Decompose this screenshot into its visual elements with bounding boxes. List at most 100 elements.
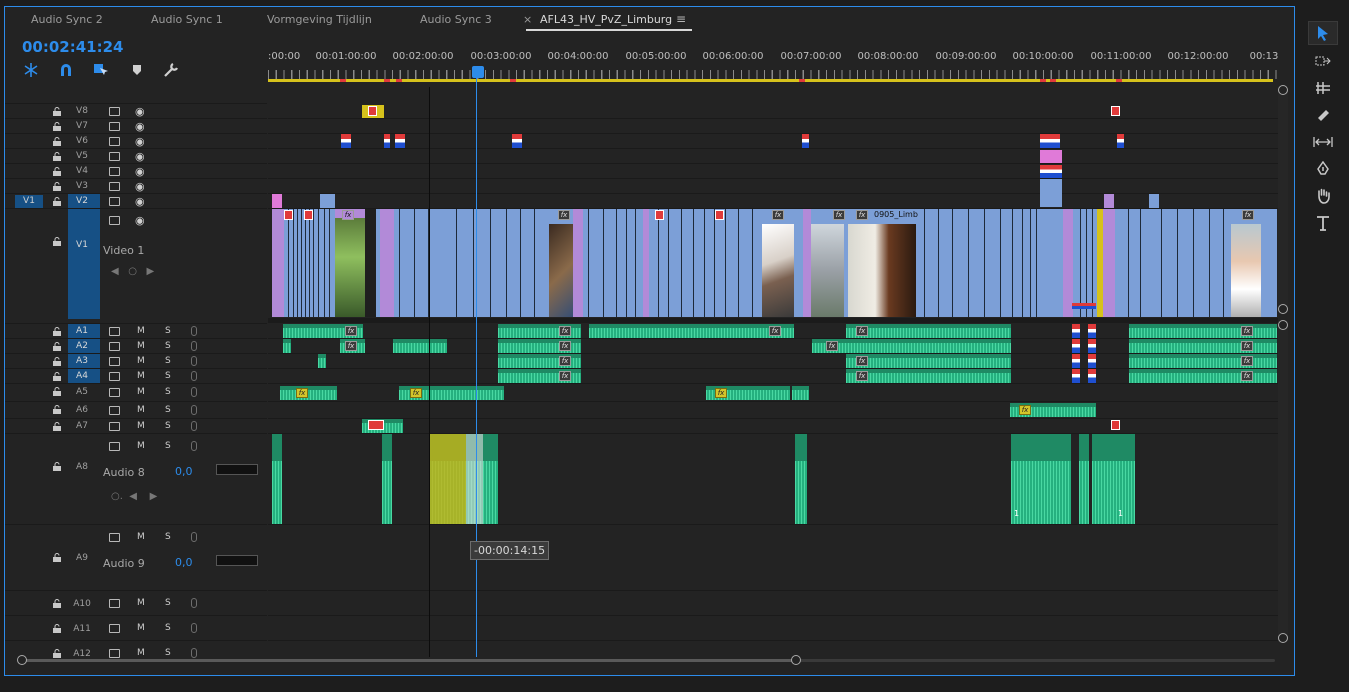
lock-icon[interactable] [53, 372, 61, 381]
ruler-marker[interactable] [340, 79, 346, 82]
linked-selection-icon[interactable] [92, 61, 110, 79]
sync-lock-icon[interactable] [109, 182, 120, 191]
clip-a8[interactable] [1092, 434, 1135, 524]
clip-v6[interactable] [802, 134, 809, 148]
clip-v2[interactable] [320, 194, 335, 208]
sync-lock-icon[interactable] [109, 442, 120, 451]
lock-icon[interactable] [53, 357, 61, 366]
track-volume[interactable]: 0,0 [175, 465, 193, 478]
eye-icon[interactable]: ◉ [135, 105, 145, 118]
clip-v6[interactable] [1117, 134, 1124, 148]
mute-button[interactable]: M [137, 598, 145, 608]
clip-a3[interactable] [1129, 354, 1277, 368]
lock-icon[interactable] [53, 107, 61, 116]
clip-v1[interactable] [272, 209, 284, 317]
microphone-icon[interactable] [191, 421, 197, 431]
lock-icon[interactable] [53, 122, 61, 131]
sync-lock-icon[interactable] [109, 122, 120, 131]
lock-icon[interactable] [53, 387, 61, 396]
clip-a1[interactable] [1088, 324, 1096, 338]
slip-tool-icon[interactable] [1308, 130, 1338, 154]
solo-button[interactable]: S [165, 371, 171, 381]
sync-lock-icon[interactable] [109, 107, 120, 116]
clip-a3[interactable] [318, 354, 326, 368]
scroll-handle-icon[interactable] [1278, 320, 1288, 330]
lock-icon[interactable] [53, 327, 61, 336]
sync-lock-icon[interactable] [109, 216, 120, 225]
solo-button[interactable]: S [165, 341, 171, 351]
scroll-handle-icon[interactable] [1278, 304, 1288, 314]
lock-icon[interactable] [53, 342, 61, 351]
sync-lock-icon[interactable] [109, 197, 120, 206]
microphone-icon[interactable] [191, 356, 197, 366]
razor-tool-icon[interactable] [1308, 103, 1338, 127]
clip-a3[interactable] [1088, 354, 1096, 368]
microphone-icon[interactable] [191, 405, 197, 415]
tab-afl43[interactable]: AFL43_HV_PvZ_Limburg [525, 13, 693, 31]
clip-v2[interactable] [1149, 194, 1159, 208]
clip-v4[interactable] [1040, 165, 1062, 178]
sync-lock-icon[interactable] [109, 624, 120, 633]
horizontal-scrollbar[interactable] [17, 655, 1279, 665]
clip-a4[interactable] [1072, 369, 1080, 383]
clip-a1[interactable] [1129, 324, 1277, 338]
clip-a2[interactable] [1072, 339, 1080, 353]
hand-tool-icon[interactable] [1308, 184, 1338, 208]
solo-button[interactable]: S [165, 356, 171, 366]
clip-a1[interactable] [1072, 324, 1080, 338]
lock-icon[interactable] [53, 405, 61, 414]
eye-icon[interactable]: ◉ [135, 120, 145, 133]
track-target-v1[interactable] [68, 209, 100, 319]
sync-lock-icon[interactable] [109, 167, 120, 176]
scroll-handle-icon[interactable] [17, 655, 27, 665]
sync-lock-icon[interactable] [109, 152, 120, 161]
mute-button[interactable]: M [137, 421, 145, 431]
microphone-icon[interactable] [191, 623, 197, 633]
clip-v2[interactable] [1104, 194, 1114, 208]
clip-a8[interactable] [272, 434, 282, 524]
clip-a4[interactable] [1129, 369, 1277, 383]
clip-a8[interactable] [1011, 434, 1071, 524]
keyframe-nav-icon[interactable]: ◀ ○ ▶ [111, 266, 154, 277]
ruler-marker[interactable] [1040, 79, 1046, 82]
microphone-icon[interactable] [191, 441, 197, 451]
solo-button[interactable]: S [165, 598, 171, 608]
sync-lock-icon[interactable] [109, 533, 120, 542]
ripple-edit-tool-icon[interactable] [1308, 76, 1338, 100]
clip-a8[interactable] [382, 434, 392, 524]
eye-icon[interactable]: ◉ [135, 150, 145, 163]
lock-icon[interactable] [53, 624, 61, 633]
playhead-line[interactable] [476, 73, 477, 657]
tab-audio-sync-1[interactable]: Audio Sync 1 [151, 13, 223, 26]
clip-v6[interactable] [341, 134, 351, 148]
timeline-tracks[interactable]: 0905_Limb fx fx fx fx fx fx fx fx fx fx … [268, 103, 1278, 651]
clip-a2[interactable] [812, 339, 1011, 353]
solo-button[interactable]: S [165, 326, 171, 336]
clip-v6[interactable] [1040, 134, 1060, 148]
keyframe-nav-icon[interactable]: ○. ◀ ▶ [111, 491, 157, 502]
sync-lock-icon[interactable] [109, 327, 120, 336]
eye-icon[interactable]: ◉ [135, 135, 145, 148]
mute-button[interactable]: M [137, 405, 145, 415]
lock-icon[interactable] [53, 167, 61, 176]
lock-icon[interactable] [53, 553, 61, 562]
pen-tool-icon[interactable] [1308, 157, 1338, 181]
clip-a3[interactable] [846, 354, 1011, 368]
add-marker-icon[interactable] [128, 61, 146, 79]
video-vertical-scrollbar[interactable] [1278, 87, 1288, 309]
microphone-icon[interactable] [191, 341, 197, 351]
sync-lock-icon[interactable] [109, 342, 120, 351]
clip-v1[interactable] [1103, 209, 1115, 317]
microphone-icon[interactable] [191, 598, 197, 608]
clip-a2[interactable] [393, 339, 447, 353]
solo-button[interactable]: S [165, 623, 171, 633]
track-select-tool-icon[interactable] [1308, 49, 1338, 73]
clip-a3[interactable] [1072, 354, 1080, 368]
lock-icon[interactable] [53, 462, 61, 471]
clip-v3[interactable] [1040, 179, 1062, 207]
sync-lock-icon[interactable] [109, 372, 120, 381]
clip-v6[interactable] [384, 134, 390, 148]
clip-v1[interactable] [380, 209, 394, 317]
clip-a1[interactable] [589, 324, 794, 338]
tab-menu-icon[interactable]: ≡ [676, 12, 686, 26]
